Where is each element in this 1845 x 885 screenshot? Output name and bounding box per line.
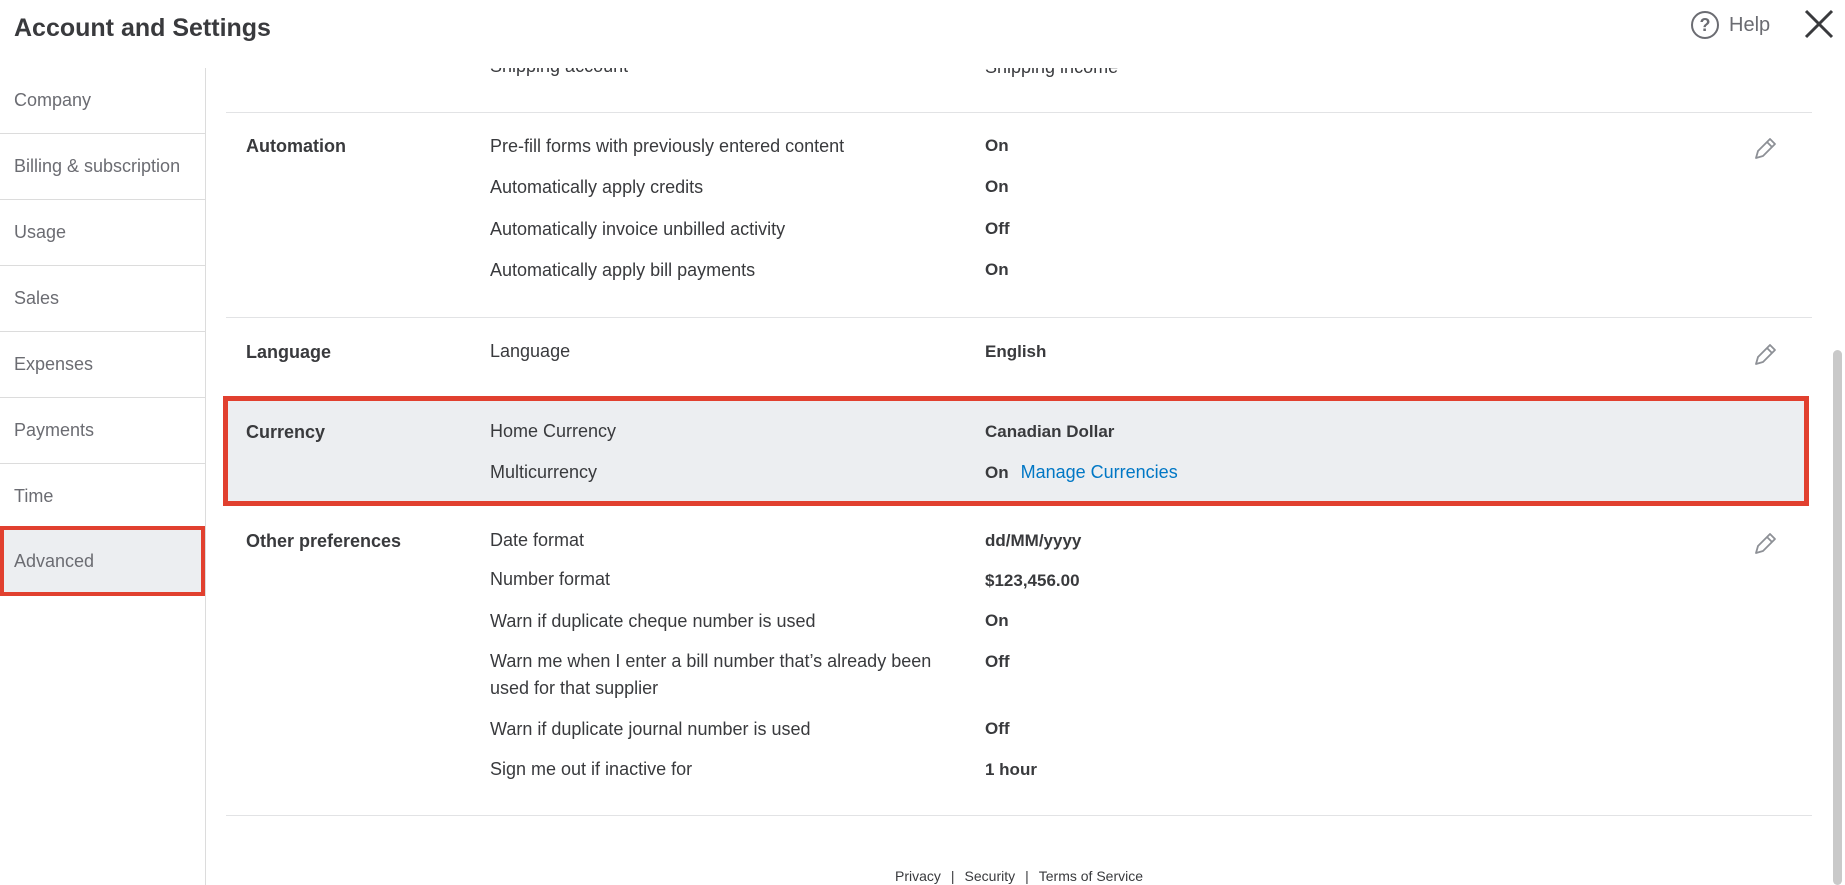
- help-button[interactable]: ? Help: [1691, 8, 1770, 42]
- sidebar-item-payments[interactable]: Payments: [0, 398, 205, 464]
- setting-value: On: [985, 177, 1009, 196]
- home-currency-value: Canadian Dollar: [985, 422, 1115, 441]
- setting-value: 1 hour: [985, 760, 1037, 779]
- page-title: Account and Settings: [14, 14, 271, 42]
- sidebar-item-sales[interactable]: Sales: [0, 266, 205, 332]
- sidebar-item-expenses[interactable]: Expenses: [0, 332, 205, 398]
- setting-value: Off: [985, 652, 1010, 671]
- settings-sidebar: Company Billing & subscription Usage Sal…: [0, 68, 206, 885]
- setting-label: Warn me when I enter a bill number that’…: [490, 651, 932, 698]
- setting-label: Multicurrency: [490, 462, 598, 482]
- setting-label: Home Currency: [490, 421, 617, 441]
- setting-value: Off: [985, 219, 1010, 238]
- terms-of-service-link[interactable]: Terms of Service: [1039, 868, 1143, 884]
- setting-label: Language: [490, 341, 571, 361]
- divider: [226, 815, 1812, 816]
- setting-label: Warn if duplicate cheque number is used: [490, 611, 816, 631]
- scrollbar[interactable]: [1833, 350, 1842, 885]
- setting-value: On: [985, 611, 1009, 630]
- setting-label: Pre-fill forms with previously entered c…: [490, 136, 845, 156]
- sidebar-item-advanced[interactable]: Advanced: [0, 526, 205, 596]
- sidebar-item-label: Time: [14, 486, 54, 506]
- divider: [226, 317, 1812, 318]
- setting-label: Warn if duplicate journal number is used: [490, 719, 811, 739]
- sidebar-item-label: Usage: [14, 222, 67, 242]
- section-title-currency: Currency: [246, 422, 326, 442]
- footer-separator: |: [950, 868, 955, 884]
- sidebar-item-label: Expenses: [14, 354, 94, 374]
- sidebar-item-label: Company: [14, 90, 92, 110]
- edit-pencil-icon[interactable]: [1752, 136, 1778, 162]
- divider: [226, 112, 1812, 113]
- sidebar-item-company[interactable]: Company: [0, 68, 205, 134]
- setting-label: Sign me out if inactive for: [490, 759, 693, 779]
- sidebar-item-label: Payments: [14, 420, 95, 440]
- setting-value: On: [985, 136, 1009, 155]
- sidebar-item-billing[interactable]: Billing & subscription: [0, 134, 205, 200]
- header: Account and Settings ? Help: [0, 0, 1845, 68]
- help-icon: ?: [1691, 11, 1719, 39]
- security-link[interactable]: Security: [965, 868, 1016, 884]
- setting-label: Automatically apply credits: [490, 177, 704, 197]
- setting-value: dd/MM/yyyy: [985, 531, 1082, 550]
- footer-links: Privacy | Security | Terms of Service: [895, 868, 1143, 884]
- edit-pencil-icon[interactable]: [1752, 531, 1778, 557]
- section-title-other-preferences: Other preferences: [246, 531, 402, 551]
- help-label: Help: [1729, 13, 1771, 36]
- sidebar-item-usage[interactable]: Usage: [0, 200, 205, 266]
- setting-value: On: [985, 260, 1009, 279]
- setting-value: On: [985, 463, 1009, 482]
- currency-section-highlight[interactable]: [223, 396, 1809, 506]
- footer-separator: |: [1025, 868, 1029, 884]
- setting-label: Number format: [490, 569, 611, 589]
- setting-value: Off: [985, 719, 1010, 738]
- settings-content: Shipping account Shipping income Automat…: [223, 0, 1812, 885]
- close-icon[interactable]: [1802, 7, 1836, 41]
- setting-value: $123,456.00: [985, 571, 1080, 590]
- setting-label: Automatically invoice unbilled activity: [490, 219, 786, 239]
- sidebar-item-time[interactable]: Time: [0, 464, 205, 530]
- section-title-automation: Automation: [246, 136, 346, 156]
- setting-value: English: [985, 342, 1047, 361]
- setting-label: Automatically apply bill payments: [490, 260, 756, 280]
- setting-label: Date format: [490, 530, 585, 550]
- privacy-link[interactable]: Privacy: [895, 868, 941, 884]
- sidebar-item-label: Advanced: [14, 550, 95, 571]
- sidebar-item-label: Billing & subscription: [14, 156, 181, 176]
- manage-currencies-link[interactable]: Manage Currencies: [1021, 462, 1178, 482]
- section-title-language: Language: [246, 342, 332, 362]
- multicurrency-value: On Manage Currencies: [985, 462, 1178, 483]
- edit-pencil-icon[interactable]: [1752, 342, 1778, 368]
- sidebar-item-label: Sales: [14, 288, 60, 308]
